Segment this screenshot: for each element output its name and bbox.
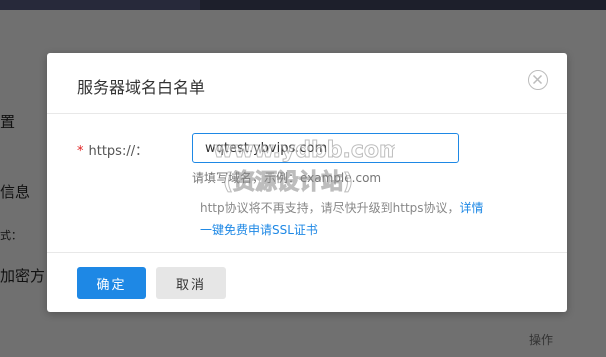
https-field-label: * https://： [77,140,148,159]
https-label-text: https://： [88,144,149,159]
dialog-title: 服务器域名白名单 [77,78,206,97]
dialog-header: 服务器域名白名单 [47,53,567,114]
background-text-settings: 置 [0,113,16,131]
domain-input[interactable] [192,133,459,163]
dialog-footer: 确定 取消 [47,252,567,312]
background-text-operation: 操作 [529,333,554,347]
app-screen: 置 信息 式： 加密方 操作 服务器域名白名单 * https://： 请填写域名… [0,0,606,357]
top-navbar-accent [0,0,200,10]
background-text-mode: 式： [0,229,22,242]
cancel-button[interactable]: 取消 [156,267,226,299]
notice-text: http协议将不再支持，请尽快升级到https协议， [200,201,460,215]
domain-whitelist-dialog: 服务器域名白名单 * https://： 请填写域名，示例：example.com… [47,53,567,312]
domain-hint: 请填写域名，示例：example.com [192,171,382,185]
background-text-encryption: 加密方 [0,267,46,285]
confirm-button[interactable]: 确定 [77,267,146,299]
free-ssl-link[interactable]: 一键免费申请SSL证书 [200,221,318,238]
required-mark: * [77,144,84,159]
top-navbar [0,0,606,10]
details-link[interactable]: 详情 [460,201,484,215]
close-icon[interactable] [528,70,548,90]
background-text-info: 信息 [0,183,31,201]
http-deprecation-notice: http协议将不再支持，请尽快升级到https协议，详情 [200,196,490,221]
